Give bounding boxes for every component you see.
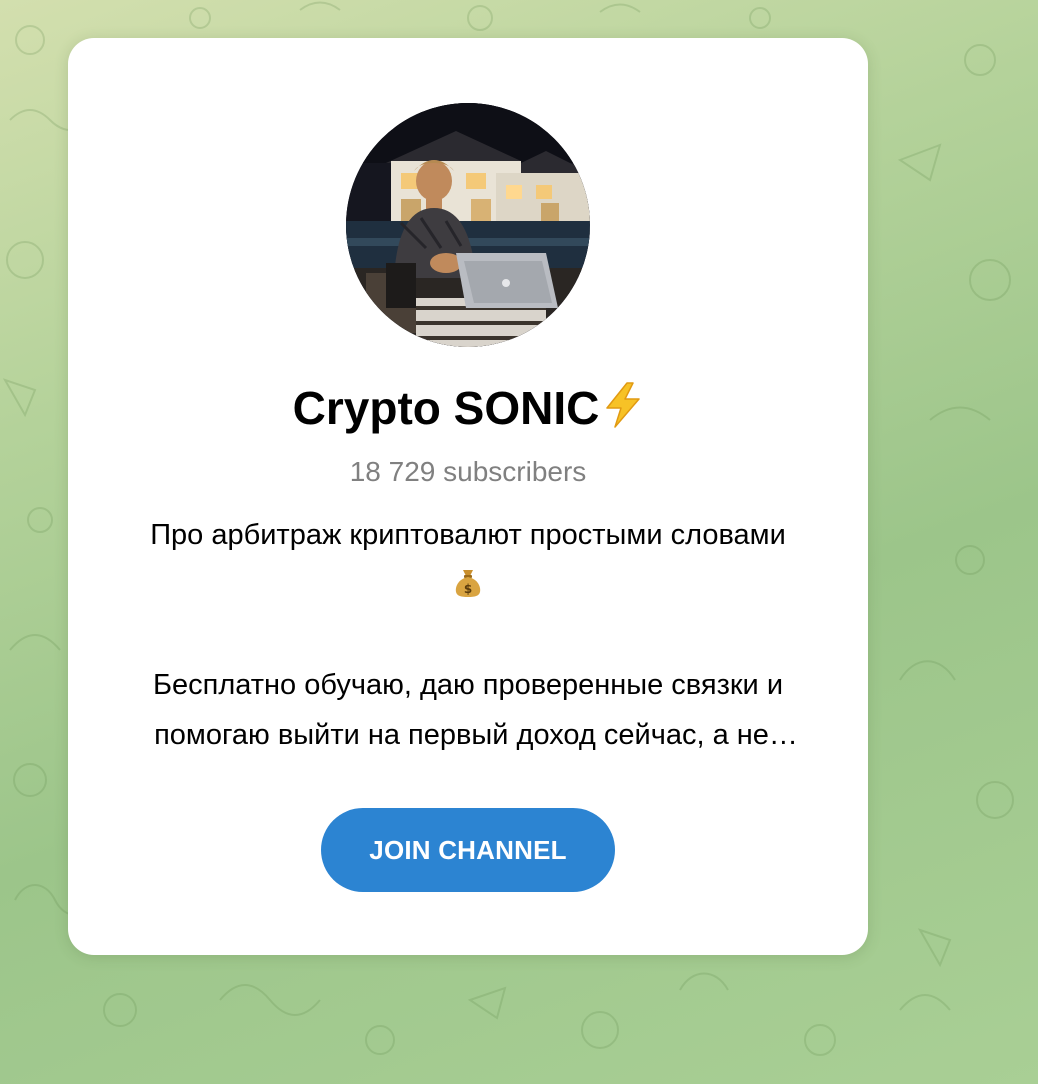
description-line-2: Бесплатно обучаю, даю проверенные связки… (152, 669, 784, 701)
join-channel-button[interactable]: JOIN CHANNEL (321, 808, 615, 892)
subscriber-count: 18 729 subscribers (349, 456, 587, 487)
description-line-3: помогаю выйти на первый доход сейчас, а … (154, 719, 798, 751)
description-line-1: Про арбитраж криптовалют простыми словам… (150, 519, 786, 551)
channel-avatar (346, 103, 590, 347)
channel-title: Crypto SONIC (68, 378, 868, 438)
svg-text:$: $ (464, 582, 472, 596)
channel-title-text: Crypto SONIC (292, 382, 600, 434)
high-voltage-icon (606, 382, 641, 428)
money-bag-icon: $ (455, 570, 481, 597)
channel-card: Crypto SONIC 18 729 subscribers Про арби… (68, 38, 868, 955)
